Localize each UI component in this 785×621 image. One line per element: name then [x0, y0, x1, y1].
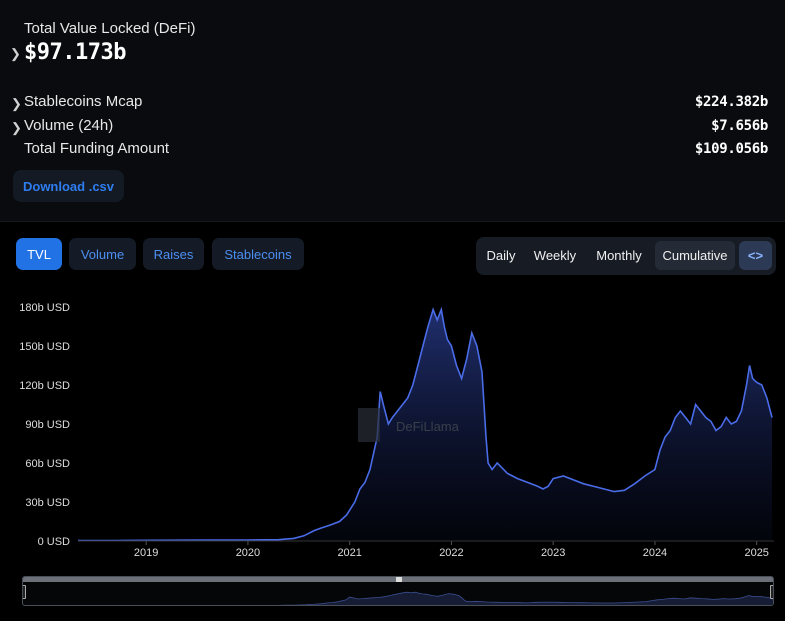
y-tick-label: 90b USD: [25, 419, 70, 431]
x-axis: 2019 2020 2021 2022 2023 2024 2025: [134, 541, 769, 559]
tvl-label: Total Value Locked (DeFi): [24, 20, 196, 37]
stablecoins-mcap-value: $224.382b: [694, 94, 768, 110]
volume-24h-label[interactable]: Volume (24h): [24, 117, 113, 134]
tab-volume[interactable]: Volume: [69, 238, 136, 270]
tab-raises[interactable]: Raises: [143, 238, 204, 270]
x-tick-label: 2024: [643, 547, 667, 559]
slider-preview: [278, 591, 773, 605]
embed-code-button[interactable]: <>: [739, 241, 772, 270]
y-tick-label: 180b USD: [19, 302, 70, 314]
y-tick-label: 60b USD: [25, 458, 70, 470]
x-tick-label: 2020: [236, 547, 260, 559]
stablecoins-mcap-label[interactable]: Stablecoins Mcap: [24, 93, 142, 110]
y-tick-label: 30b USD: [25, 497, 70, 509]
x-tick-label: 2019: [134, 547, 158, 559]
period-weekly-button[interactable]: Weekly: [528, 241, 582, 270]
download-csv-button[interactable]: Download .csv: [13, 170, 124, 202]
tvl-chart[interactable]: 0 USD 30b USD 60b USD 90b USD 120b USD 150b U…: [0, 290, 785, 570]
period-cumulative-button[interactable]: Cumulative: [655, 241, 735, 270]
total-funding-label: Total Funding Amount: [24, 140, 170, 157]
tab-stablecoins[interactable]: Stablecoins: [212, 238, 304, 270]
volume-24h-value: $7.656b: [711, 118, 768, 134]
x-tick-label: 2025: [744, 547, 768, 559]
zoom-slider[interactable]: [22, 576, 774, 606]
y-tick-label: 120b USD: [19, 380, 70, 392]
slider-right-handle[interactable]: [770, 585, 773, 599]
slider-left-handle[interactable]: [23, 585, 26, 599]
x-tick-label: 2023: [541, 547, 565, 559]
y-tick-label: 150b USD: [19, 341, 70, 353]
period-daily-button[interactable]: Daily: [480, 241, 522, 270]
watermark-text: DeFiLlama: [396, 419, 460, 434]
tvl-value: $97.173b: [24, 40, 126, 65]
summary-panel: Total Value Locked (DeFi) ❯ $97.173b ❯ S…: [0, 0, 785, 222]
x-tick-label: 2021: [337, 547, 361, 559]
total-funding-value: $109.056b: [694, 141, 768, 157]
chevron-right-icon[interactable]: ❯: [10, 46, 21, 62]
chevron-right-icon[interactable]: ❯: [11, 120, 22, 136]
period-selector: Daily Weekly Monthly Cumulative <>: [476, 237, 776, 275]
y-axis: 0 USD 30b USD 60b USD 90b USD 120b USD 150b U…: [19, 302, 70, 548]
x-tick-label: 2022: [439, 547, 463, 559]
tab-tvl[interactable]: TVL: [16, 238, 62, 270]
y-tick-label: 0 USD: [38, 536, 70, 548]
chevron-right-icon[interactable]: ❯: [11, 96, 22, 112]
period-monthly-button[interactable]: Monthly: [589, 241, 649, 270]
